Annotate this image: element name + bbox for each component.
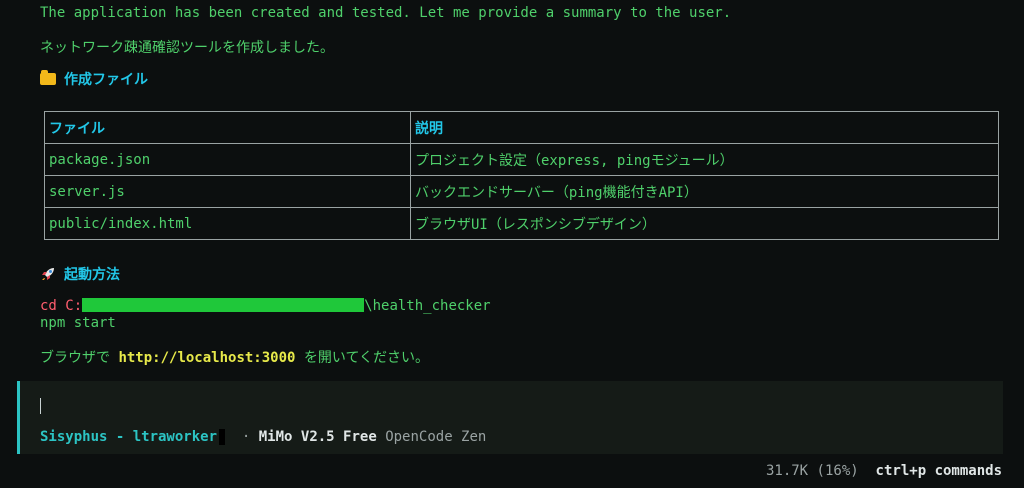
table-cell-desc: ブラウザUI（レスポンシブデザイン） [410,207,999,240]
open-suffix: を開いてください。 [295,350,430,366]
cd-keyword: cd [40,298,57,314]
run-heading: 起動方法 [40,264,120,284]
separator: · [241,429,251,445]
table-row: server.js バックエンドサーバー（ping機能付きAPI） [44,175,999,208]
redacted-path [82,298,365,312]
summary-text: ネットワーク疎通確認ツールを作成しました。 [40,40,334,56]
run-heading-label: 起動方法 [64,267,120,283]
open-prefix: ブラウザで [40,350,119,366]
shortcut-key: ctrl+p [875,463,927,479]
shortcut-label[interactable]: commands [935,463,1002,479]
model-name[interactable]: MiMo V2.5 Free [259,429,377,445]
table-header-desc: 説明 [410,111,999,144]
files-heading-label: 作成ファイル [64,72,148,88]
table-header-row: ファイル 説明 [44,111,999,144]
agent-name[interactable]: Sisyphus - ltraworker [40,429,217,445]
agent-status: Sisyphus - ltraworker · MiMo V2.5 Free O… [40,429,486,445]
token-usage: 31.7K (16%) [765,463,859,479]
table-row: package.json プロジェクト設定（express, pingモジュール… [44,143,999,176]
text-caret [40,398,41,414]
table-row: public/index.html ブラウザUI（レスポンシブデザイン） [44,207,999,240]
localhost-url[interactable]: http://localhost:3000 [118,350,295,366]
rocket-icon [42,268,54,280]
table-cell-file: public/index.html [44,207,411,240]
terminal-window: The application has been created and tes… [0,0,1024,488]
cursor-block [219,429,226,445]
table-cell-file: server.js [44,175,411,208]
npm-command: npm start [40,315,116,331]
files-heading: 作成ファイル [40,69,148,89]
provider-name: OpenCode Zen [385,429,487,445]
table-cell-file: package.json [44,143,411,176]
table-cell-desc: バックエンドサーバー（ping機能付きAPI） [410,175,999,208]
prompt-input[interactable]: Sisyphus - ltraworker · MiMo V2.5 Free O… [17,381,1003,454]
table-header-file: ファイル [44,111,411,144]
open-browser-text: ブラウザで http://localhost:3000 を開いてください。 [40,347,429,367]
files-table: ファイル 説明 package.json プロジェクト設定（express, p… [44,111,999,240]
table-cell-desc: プロジェクト設定（express, pingモジュール） [410,143,999,176]
cd-command: cd C: \health_checker [40,298,491,314]
thinking-text: The application has been created and tes… [40,5,732,21]
footer-status: 31.7K (16%) ctrl+p commands [766,463,1002,479]
cd-path-prefix: C: [65,298,83,314]
folder-icon [40,70,56,85]
cd-path-suffix: \health_checker [364,298,491,314]
